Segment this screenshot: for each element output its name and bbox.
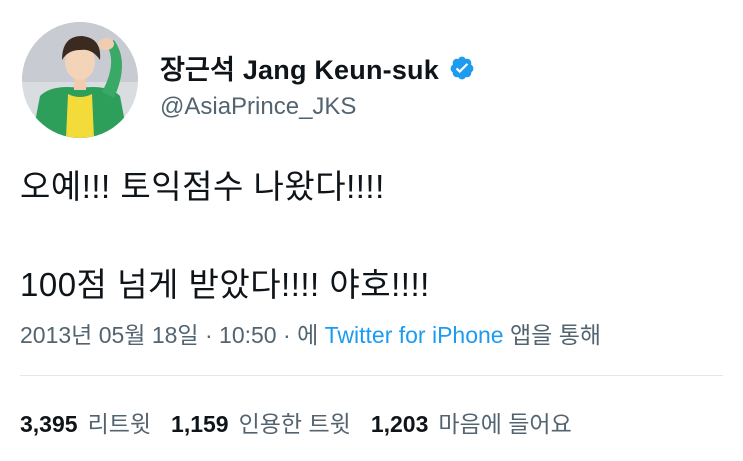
like-label: 마음에 들어요 <box>438 411 572 437</box>
author-handle[interactable]: @AsiaPrince_JKS <box>160 93 356 121</box>
tweet-time[interactable]: 10:50 <box>219 322 277 348</box>
quote-tweet-stat[interactable]: 1,159 인용한 트윗 <box>171 405 351 439</box>
author-name-row: 장근석 Jang Keun-suk <box>160 48 475 87</box>
meta-separator: · <box>276 322 298 348</box>
author-display-name[interactable]: 장근석 Jang Keun-suk <box>160 48 439 87</box>
quote-tweet-count: 1,159 <box>171 411 229 437</box>
tweet-stats: 3,395 리트윗 1,159 인용한 트윗 1,203 마음에 들어요 <box>20 405 572 439</box>
tweet-date[interactable]: 2013년 05월 18일 <box>20 322 199 348</box>
verified-badge-icon <box>449 55 475 81</box>
tweet-source-link[interactable]: Twitter for iPhone <box>325 322 504 348</box>
avatar-image <box>22 22 138 138</box>
tweet-text-line-2: 100점 넘게 받았다!!!! 야호!!!! <box>20 266 430 303</box>
retweet-count: 3,395 <box>20 411 78 437</box>
tweet-text-line-1: 오예!!! 토익점수 나왔다!!!! <box>20 168 385 205</box>
quote-tweet-label: 인용한 트윗 <box>238 411 351 437</box>
divider <box>20 375 723 376</box>
retweet-label: 리트윗 <box>87 411 152 437</box>
retweet-stat[interactable]: 3,395 리트윗 <box>20 405 151 439</box>
like-stat[interactable]: 1,203 마음에 들어요 <box>371 405 572 439</box>
source-suffix: 앱을 통해 <box>503 322 602 348</box>
like-count: 1,203 <box>370 411 429 437</box>
meta-separator: · <box>198 322 220 348</box>
tweet-meta: 2013년 05월 18일 · 10:50 · 에 Twitter for iP… <box>20 316 601 350</box>
avatar[interactable] <box>22 22 138 138</box>
source-prefix: 에 <box>297 322 325 348</box>
